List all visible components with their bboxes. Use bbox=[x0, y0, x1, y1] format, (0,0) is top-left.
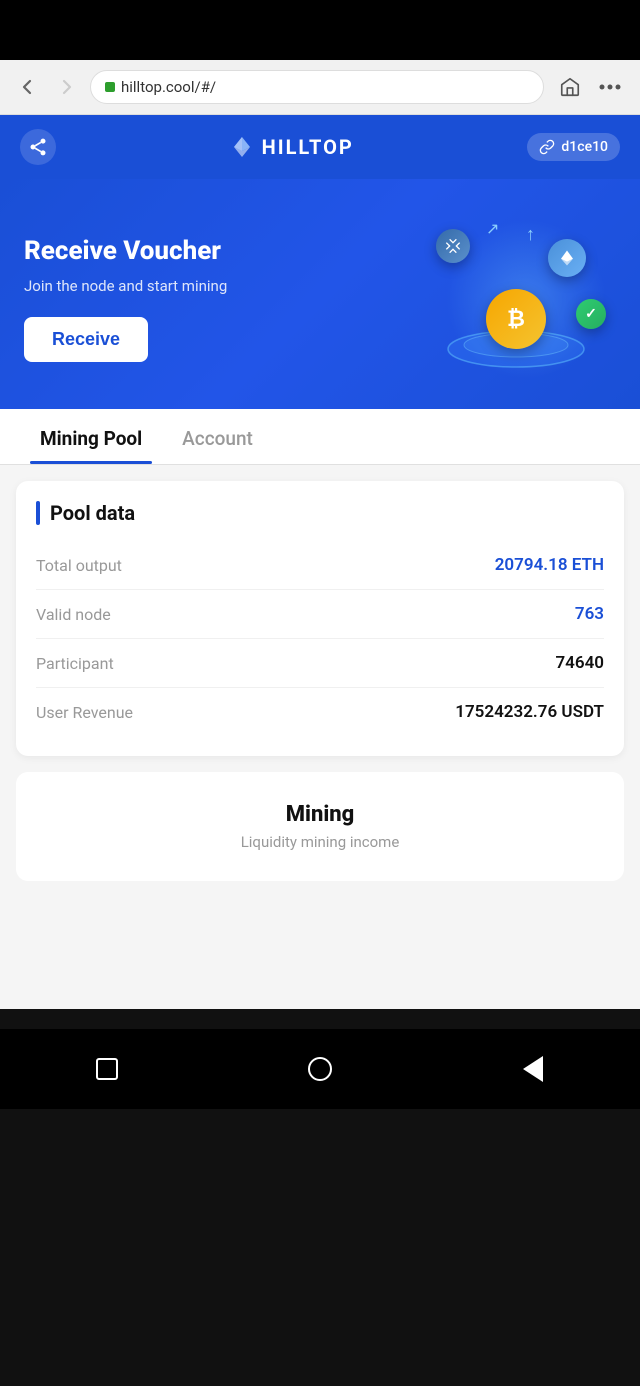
mining-section: Mining Liquidity mining income bbox=[16, 772, 624, 881]
tab-mining-pool[interactable]: Mining Pool bbox=[20, 409, 162, 464]
hero-subtitle: Join the node and start mining bbox=[24, 277, 416, 295]
mining-subtitle: Liquidity mining income bbox=[36, 833, 604, 851]
back-button[interactable] bbox=[14, 73, 42, 101]
data-value-participant: 74640 bbox=[555, 653, 604, 673]
data-value-user-revenue: 17524232.76 USDT bbox=[455, 702, 604, 722]
square-icon bbox=[96, 1058, 118, 1080]
data-label-participant: Participant bbox=[36, 654, 114, 673]
more-options-button[interactable] bbox=[594, 71, 626, 103]
status-bar bbox=[0, 0, 640, 60]
btc-coin: ₿ bbox=[486, 289, 546, 349]
card-title: Pool data bbox=[50, 501, 135, 525]
tabs-container: Mining Pool Account bbox=[0, 409, 640, 465]
address-bar[interactable]: hilltop.cool/#/ bbox=[90, 70, 544, 104]
circle-icon bbox=[308, 1057, 332, 1081]
android-nav-bar bbox=[0, 1029, 640, 1109]
hero-banner: Receive Voucher Join the node and start … bbox=[0, 179, 640, 409]
ethereum-icon bbox=[230, 135, 254, 159]
triangle-icon bbox=[523, 1056, 543, 1082]
back-nav-button[interactable] bbox=[515, 1051, 551, 1087]
check-coin: ✓ bbox=[576, 299, 606, 329]
main-content: Mining Pool Account Pool data Total outp… bbox=[0, 409, 640, 1009]
crypto-illustration: ₿ ✓ ↑ ↗ bbox=[416, 209, 616, 389]
mining-title: Mining bbox=[36, 802, 604, 827]
link-icon bbox=[539, 139, 555, 155]
forward-button[interactable] bbox=[52, 73, 80, 101]
wallet-id: d1ce10 bbox=[561, 139, 608, 155]
lock-icon bbox=[105, 82, 115, 92]
logo: HILLTOP bbox=[230, 135, 354, 159]
table-row: User Revenue 17524232.76 USDT bbox=[36, 688, 604, 736]
browser-toolbar: hilltop.cool/#/ bbox=[0, 60, 640, 115]
wallet-badge[interactable]: d1ce10 bbox=[527, 133, 620, 161]
arrow-icon-1: ↑ bbox=[526, 224, 535, 245]
logo-text: HILLTOP bbox=[262, 135, 354, 159]
pool-data-card: Pool data Total output 20794.18 ETH Vali… bbox=[16, 481, 624, 756]
home-nav-button[interactable] bbox=[302, 1051, 338, 1087]
hero-title: Receive Voucher bbox=[24, 236, 416, 267]
data-value-valid-node: 763 bbox=[575, 604, 604, 624]
data-label-user-revenue: User Revenue bbox=[36, 703, 133, 722]
card-header: Pool data bbox=[36, 501, 604, 525]
xrp-coin bbox=[436, 229, 470, 263]
data-value-total-output: 20794.18 ETH bbox=[495, 555, 604, 575]
recent-apps-button[interactable] bbox=[89, 1051, 125, 1087]
share-button[interactable] bbox=[20, 129, 56, 165]
hero-content: Receive Voucher Join the node and start … bbox=[24, 236, 416, 362]
arrow-icon-2: ↗ bbox=[486, 219, 499, 238]
table-row: Valid node 763 bbox=[36, 590, 604, 639]
data-label-total-output: Total output bbox=[36, 556, 122, 575]
card-accent bbox=[36, 501, 40, 525]
app-header: HILLTOP d1ce10 bbox=[0, 115, 640, 179]
home-button[interactable] bbox=[554, 71, 586, 103]
data-label-valid-node: Valid node bbox=[36, 605, 111, 624]
browser-actions bbox=[554, 71, 626, 103]
url-text: hilltop.cool/#/ bbox=[121, 78, 216, 96]
table-row: Participant 74640 bbox=[36, 639, 604, 688]
receive-button[interactable]: Receive bbox=[24, 317, 148, 362]
table-row: Total output 20794.18 ETH bbox=[36, 541, 604, 590]
tab-account[interactable]: Account bbox=[162, 409, 273, 464]
eth-coin bbox=[548, 239, 586, 277]
